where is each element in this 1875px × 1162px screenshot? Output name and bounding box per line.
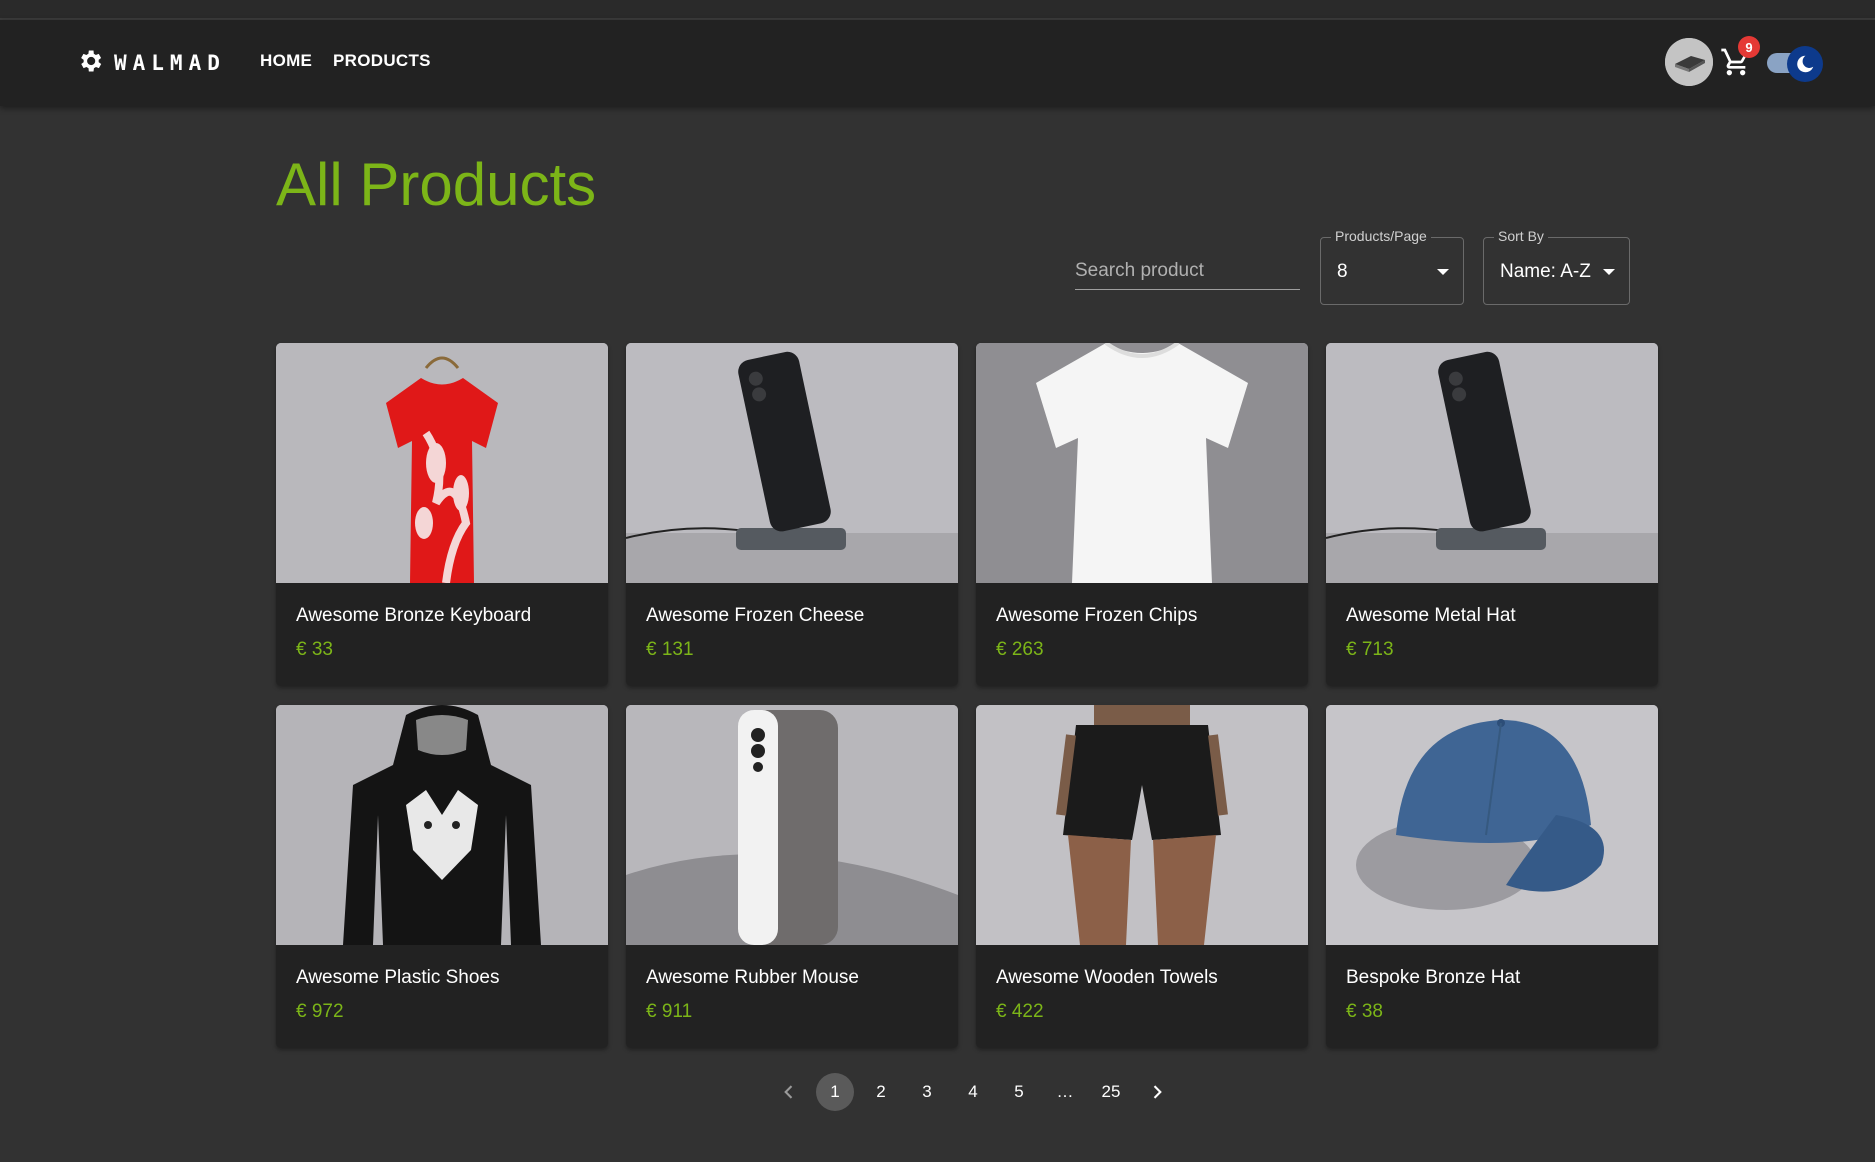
sort-by-select[interactable]: Sort By Name: A-Z (1483, 228, 1630, 305)
app-bar: WALMAD HOME PRODUCTS (0, 20, 1875, 106)
moon-icon (1787, 46, 1823, 82)
product-grid: Awesome Bronze Keyboard € 33 Awesome Fro… (276, 343, 1658, 1048)
caret-down-icon (1603, 269, 1615, 275)
dark-mode-toggle[interactable] (1765, 46, 1823, 82)
browser-tab-strip (0, 0, 1875, 20)
pagination: 1 2 3 4 5 … 25 (770, 1072, 1184, 1112)
product-price: € 38 (1346, 1001, 1383, 1022)
page-button-1[interactable]: 1 (816, 1073, 854, 1111)
product-name: Bespoke Bronze Hat (1346, 967, 1521, 988)
product-card[interactable]: Awesome Plastic Shoes € 972 (276, 705, 608, 1048)
product-price: € 131 (646, 639, 694, 660)
product-price: € 713 (1346, 639, 1394, 660)
user-avatar[interactable] (1665, 38, 1713, 86)
phone-on-stand-image (1326, 343, 1658, 583)
page-button-4[interactable]: 4 (954, 1073, 992, 1111)
brand-logo[interactable]: WALMAD (76, 48, 226, 78)
phone-on-stand-image (626, 343, 958, 583)
page-title: All Products (276, 151, 597, 218)
product-card[interactable]: Awesome Wooden Towels € 422 (976, 705, 1308, 1048)
sort-by-value: Name: A-Z (1500, 261, 1591, 282)
next-page-button[interactable] (1138, 1073, 1176, 1111)
products-per-page-value: 8 (1337, 261, 1348, 282)
page-button-25[interactable]: 25 (1092, 1073, 1130, 1111)
product-name: Awesome Wooden Towels (996, 967, 1218, 988)
products-per-page-select[interactable]: Products/Page 8 (1320, 228, 1464, 305)
cart-count-badge: 9 (1738, 36, 1760, 58)
product-price: € 422 (996, 1001, 1044, 1022)
brand-name: WALMAD (114, 51, 226, 75)
blue-cap-image (1326, 705, 1658, 945)
product-name: Awesome Bronze Keyboard (296, 605, 532, 626)
product-card[interactable]: Awesome Metal Hat € 713 (1326, 343, 1658, 686)
red-tshirt-image (276, 343, 608, 583)
product-card[interactable]: Awesome Rubber Mouse € 911 (626, 705, 958, 1048)
gear-icon (76, 47, 104, 80)
product-price: € 33 (296, 639, 333, 660)
product-price: € 911 (646, 1001, 693, 1022)
page-button-5[interactable]: 5 (1000, 1073, 1038, 1111)
nav-home-link[interactable]: HOME (260, 51, 312, 71)
wolf-hoodie-image (276, 705, 608, 945)
prev-page-button[interactable] (770, 1073, 808, 1111)
product-name: Awesome Frozen Chips (996, 605, 1198, 626)
product-name: Awesome Plastic Shoes (296, 967, 500, 988)
black-shorts-image (976, 705, 1308, 945)
nav-products-link[interactable]: PRODUCTS (333, 51, 431, 71)
product-price: € 972 (296, 1001, 344, 1022)
caret-down-icon (1437, 269, 1449, 275)
product-name: Awesome Rubber Mouse (646, 967, 859, 988)
product-price: € 263 (996, 639, 1044, 660)
product-card[interactable]: Awesome Frozen Cheese € 131 (626, 343, 958, 686)
page-button-3[interactable]: 3 (908, 1073, 946, 1111)
white-tshirt-image (976, 343, 1308, 583)
silver-phone-image (626, 705, 958, 945)
sort-by-label: Sort By (1494, 228, 1548, 244)
products-per-page-label: Products/Page (1331, 228, 1431, 244)
page-button-2[interactable]: 2 (862, 1073, 900, 1111)
product-card[interactable]: Awesome Bronze Keyboard € 33 (276, 343, 608, 686)
product-name: Awesome Metal Hat (1346, 605, 1516, 626)
product-card[interactable]: Awesome Frozen Chips € 263 (976, 343, 1308, 686)
search-input[interactable] (1075, 252, 1300, 290)
product-name: Awesome Frozen Cheese (646, 605, 865, 626)
product-card[interactable]: Bespoke Bronze Hat € 38 (1326, 705, 1658, 1048)
pagination-ellipsis: … (1056, 1082, 1074, 1101)
